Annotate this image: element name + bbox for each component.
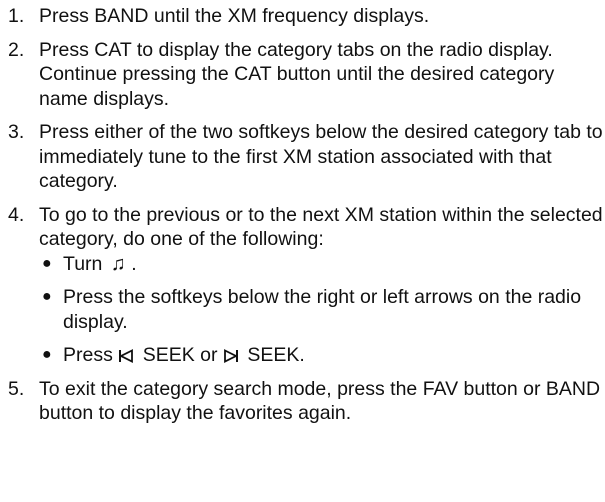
- step-number: 3.: [8, 121, 25, 143]
- seek-back-label: SEEK or: [142, 344, 218, 366]
- step-number: 5.: [8, 377, 25, 400]
- step-text: To go to the previous or to the next XM …: [39, 203, 603, 251]
- bullet-text: Press the softkeys below the right or le…: [63, 286, 582, 333]
- step-text: Press either of the two softkeys below t…: [39, 121, 603, 192]
- turn-prefix: Turn: [63, 252, 103, 275]
- step-number: 1.: [8, 5, 25, 27]
- bullet-list: ● Turn ♫ . ● Press the softkeys below th…: [39, 252, 605, 368]
- music-note-icon: ♫: [110, 252, 126, 275]
- bullet-dot-icon: ●: [42, 288, 52, 305]
- step-text: To exit the category search mode, press …: [39, 377, 601, 425]
- seek-prefix: Press: [63, 344, 113, 366]
- step-text: Press CAT to display the category tabs o…: [39, 38, 555, 110]
- step-5: 5. To exit the category search mode, pre…: [8, 377, 605, 426]
- bullet-item-seek: ● Press SEEK or SEEK.: [39, 343, 605, 368]
- step-1: 1. Press BAND until the XM frequency dis…: [8, 4, 605, 29]
- bullet-item-softkeys: ● Press the softkeys below the right or …: [39, 285, 605, 334]
- seek-forward-icon: [224, 349, 238, 363]
- step-2: 2. Press CAT to display the category tab…: [8, 38, 605, 112]
- instruction-page: 1. Press BAND until the XM frequency dis…: [0, 0, 605, 502]
- turn-suffix: .: [131, 252, 137, 275]
- step-3: 3. Press either of the two softkeys belo…: [8, 120, 605, 194]
- step-number: 4.: [8, 203, 25, 226]
- step-number: 2.: [8, 38, 25, 61]
- step-body: To go to the previous or to the next XM …: [39, 203, 605, 368]
- bullet-dot-icon: ●: [42, 346, 52, 363]
- step-text: Press BAND until the XM frequency displa…: [39, 5, 430, 27]
- step-4: 4. To go to the previous or to the next …: [8, 203, 605, 368]
- seek-back-icon: [119, 349, 134, 363]
- seek-forward-label: SEEK.: [247, 344, 305, 366]
- bullet-dot-icon: ●: [42, 254, 52, 272]
- bullet-item-turn: ● Turn ♫ .: [39, 252, 605, 277]
